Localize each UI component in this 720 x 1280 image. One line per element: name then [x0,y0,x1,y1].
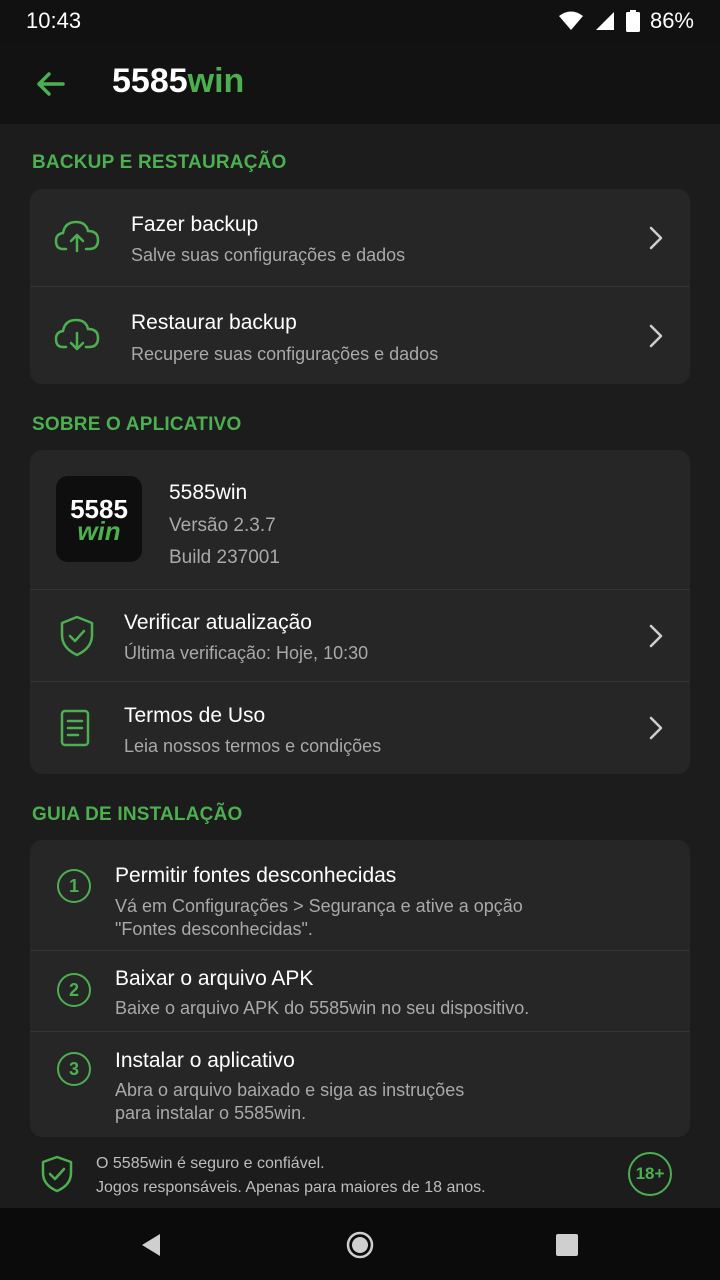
safety-footer: O 5585win é seguro e confiável. Jogos re… [0,1140,720,1208]
step-description-line-1: Abra o arquivo baixado e siga as instruç… [115,1080,465,1100]
app-info: 5585 win 5585win Versão 2.3.7 Build 2370… [30,450,690,589]
section-label-about: SOBRE O APLICATIVO [32,414,242,435]
title-part-2: win [187,62,245,100]
guide-step: 3 Instalar o aplicativo Abra o arquivo b… [30,1032,690,1137]
wifi-icon [558,11,583,30]
check-update-subtitle: Última verificação: Hoje, 10:30 [124,643,369,663]
app-bar: 5585win [0,42,720,124]
app-logo: 5585 win [56,476,142,562]
backup-title: Fazer backup [131,213,259,236]
step-title: Permitir fontes desconhecidas [115,864,397,887]
nav-back-icon[interactable] [136,1230,166,1260]
title-part-1: 5585 [112,62,188,100]
app-name: 5585win [169,481,248,504]
chevron-right-icon [649,226,663,250]
nav-recents-icon[interactable] [552,1230,582,1260]
status-time: 10:43 [26,8,82,33]
restore-title: Restaurar backup [131,311,297,334]
step-title: Instalar o aplicativo [115,1049,295,1072]
chevron-right-icon [649,324,663,348]
section-label-guide: GUIA DE INSTALAÇÃO [32,804,243,825]
terms-item[interactable]: Termos de Uso Leia nossos termos e condi… [30,682,690,774]
footer-line-2: Jogos responsáveis. Apenas para maiores … [96,1179,486,1196]
step-number: 1 [57,869,91,903]
battery-icon [625,10,640,32]
guide-card: 1 Permitir fontes desconhecidas Vá em Co… [30,840,690,1137]
chevron-right-icon [649,716,663,740]
back-arrow-icon[interactable] [30,64,70,104]
guide-step: 2 Baixar o arquivo APK Baixe o arquivo A… [30,951,690,1031]
status-bar: 10:43 86% [0,0,720,42]
step-description-line-2: "Fontes desconhecidas". [115,919,313,939]
backup-subtitle: Salve suas configurações e dados [131,245,406,265]
cloud-upload-icon [54,220,100,253]
logo-line-2: win [77,516,121,546]
cloud-download-icon [54,318,100,351]
restore-item[interactable]: Restaurar backup Recupere suas configura… [30,287,690,384]
document-icon [60,709,90,747]
shield-check-icon [60,615,94,657]
chevron-right-icon [649,624,663,648]
system-navigation-bar [0,1208,720,1280]
step-description-line-1: Baixe o arquivo APK do 5585win no seu di… [115,998,530,1018]
step-description-line-1: Vá em Configurações > Segurança e ative … [115,896,523,916]
battery-percent: 86% [649,8,694,33]
page-title: 5585win [112,62,244,101]
step-number: 2 [57,973,91,1007]
footer-line-1: O 5585win é seguro e confiável. [96,1155,325,1172]
step-description-line-2: para instalar o 5585win. [115,1103,307,1123]
about-card: 5585 win 5585win Versão 2.3.7 Build 2370… [30,450,690,774]
terms-subtitle: Leia nossos termos e condições [124,736,382,756]
restore-subtitle: Recupere suas configurações e dados [131,344,439,364]
guide-step: 1 Permitir fontes desconhecidas Vá em Co… [30,840,690,950]
terms-title: Termos de Uso [124,704,266,727]
age-restriction-badge: 18+ [628,1152,672,1196]
section-label-backup: BACKUP E RESTAURAÇÃO [32,152,287,173]
step-title: Baixar o arquivo APK [115,967,314,990]
app-version: Versão 2.3.7 [169,515,276,536]
backup-card: Fazer backup Salve suas configurações e … [30,189,690,384]
nav-home-icon[interactable] [345,1230,375,1260]
app-build: Build 237001 [169,547,280,568]
check-update-title: Verificar atualização [124,611,312,634]
check-update-item[interactable]: Verificar atualização Última verificação… [30,590,690,681]
signal-icon [595,12,614,30]
status-icons: 86% [558,8,694,34]
shield-check-icon [41,1155,73,1193]
step-number: 3 [57,1052,91,1086]
backup-item[interactable]: Fazer backup Salve suas configurações e … [30,189,690,286]
